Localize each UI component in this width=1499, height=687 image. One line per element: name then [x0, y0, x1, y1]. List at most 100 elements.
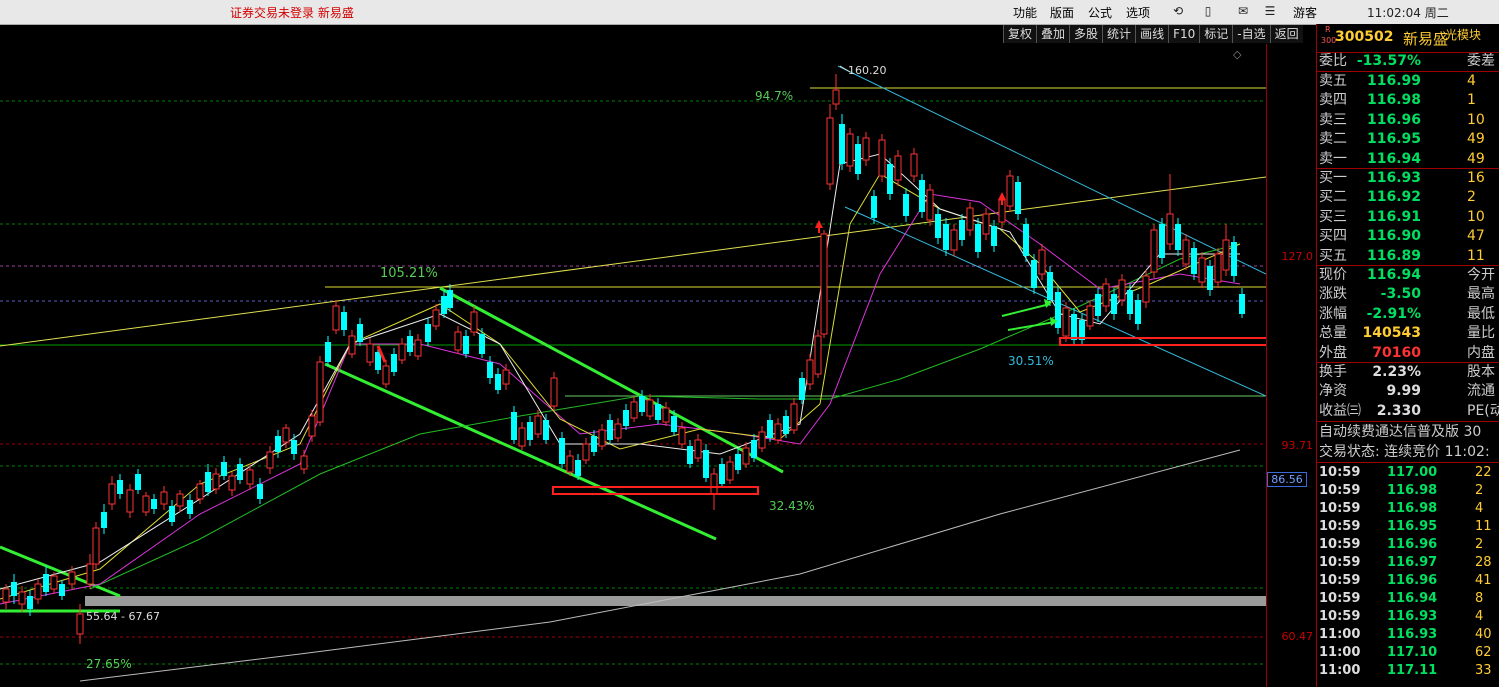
candlestick-chart[interactable]: 160.20 94.7% 105.21% 32.43% 30.51% 27.65… [0, 44, 1266, 687]
candle-body [212, 473, 220, 490]
candle-body [662, 407, 670, 423]
tick-row: 11:00 117.11 33 [1319, 663, 1492, 678]
stat-row: 换手 2.23% 股本 [1319, 364, 1495, 380]
candle-body [1175, 224, 1181, 250]
candle-body [1095, 294, 1101, 316]
pct-bottom-label: 27.65% [86, 657, 132, 671]
menu-formula[interactable]: 公式 [1088, 4, 1112, 21]
candle-body [86, 563, 94, 585]
toolbar-statistics[interactable]: 统计 [1102, 25, 1136, 43]
candle-body [639, 396, 645, 412]
toolbar-back[interactable]: 返回 [1269, 25, 1303, 43]
stat-row: 净资 9.99 流通 [1319, 383, 1495, 400]
login-status[interactable]: 证券交易未登录 新易盛 [230, 4, 354, 21]
candle-body [846, 133, 854, 167]
message-icon[interactable]: ✉ [1236, 4, 1250, 18]
candle-body [332, 305, 340, 331]
up-arrow-icon [998, 192, 1006, 200]
candle-body [903, 194, 909, 216]
bid-row: 买三 116.91 10 [1319, 208, 1485, 225]
toolbar-draw-line[interactable]: 画线 [1135, 25, 1169, 43]
tick-row: 10:59 116.98 2 [1319, 483, 1484, 498]
menu-function[interactable]: 功能 [1013, 4, 1037, 21]
candle-body [1127, 290, 1133, 314]
user-label[interactable]: 游客 [1293, 4, 1317, 21]
candle-body [34, 583, 42, 600]
ma-yellow [0, 173, 1241, 600]
candle-body [487, 362, 493, 378]
list-icon[interactable]: ☰ [1263, 4, 1277, 18]
candle-body [646, 399, 654, 417]
tick-row: 11:00 117.10 62 [1319, 645, 1492, 660]
tick-row: 10:59 116.96 41 [1319, 573, 1492, 588]
ask-row: 卖五 116.99 4 [1319, 73, 1476, 89]
candle-body [814, 335, 822, 375]
candle-body [751, 440, 757, 458]
candle-body [291, 440, 297, 454]
toolbar-mark[interactable]: 标记 [1199, 25, 1233, 43]
toolbar-overlay[interactable]: 叠加 [1036, 25, 1070, 43]
candle-body [142, 495, 150, 513]
pct-right-label: 30.51% [1008, 354, 1054, 368]
candle-body [694, 439, 702, 459]
candle-body [126, 489, 134, 513]
candle-body [575, 460, 581, 476]
refresh-icon[interactable]: ⟲ [1171, 4, 1185, 18]
chart-settings-icon[interactable]: ◇ [1233, 48, 1242, 61]
menu-options[interactable]: 选项 [1126, 4, 1150, 21]
stock-name[interactable]: 新易盛 [1403, 28, 1448, 49]
toolbar-f10[interactable]: F10 [1168, 25, 1200, 43]
quote-row: 总量 140543 量比 [1319, 325, 1495, 342]
toolbar-restore-rights[interactable]: 复权 [1003, 25, 1037, 43]
weibi-row: 委比 -13.57% 委差 [1319, 53, 1495, 69]
channel-line-green-2 [324, 362, 717, 541]
candle-body [221, 462, 227, 476]
candle-body [196, 483, 204, 500]
candle-body [366, 343, 374, 363]
menu-layout[interactable]: 版面 [1050, 4, 1074, 21]
candle-body [257, 484, 263, 499]
candle-body [710, 473, 718, 495]
candle-body [135, 474, 141, 490]
bid-row: 买二 116.92 2 [1319, 189, 1476, 206]
candle-body [1038, 249, 1046, 275]
candle-body [432, 309, 440, 327]
candle-body [1198, 257, 1206, 283]
stock-code[interactable]: 300502 [1335, 29, 1393, 45]
badge-r: R [1325, 25, 1331, 34]
candle-body [11, 582, 17, 596]
candle-body [1111, 294, 1117, 314]
candle-body [671, 416, 677, 432]
stock-sector[interactable]: 光模块 [1445, 26, 1481, 43]
grid-lines [0, 100, 1266, 665]
candle-body [975, 224, 981, 252]
ask-row: 卖三 116.96 10 [1319, 111, 1485, 128]
highlight-box-right [1059, 337, 1266, 346]
candle-body [1023, 224, 1029, 256]
toolbar-watchlist[interactable]: -自选 [1232, 25, 1270, 43]
candle-body [1031, 260, 1037, 288]
candle-body [758, 431, 766, 449]
candle-body [687, 446, 693, 464]
candle-body [454, 331, 462, 351]
candle-body [518, 427, 526, 447]
candle-body [76, 613, 84, 635]
bid-row: 买五 116.89 11 [1319, 247, 1485, 264]
candle-body [719, 464, 725, 484]
candle-body [228, 475, 236, 491]
candle-body [1086, 305, 1094, 327]
ad-banner[interactable]: 自动续费通达信普及版 30 [1317, 423, 1499, 442]
candle-body [1135, 300, 1141, 324]
toolbar-multi-stock[interactable]: 多股 [1069, 25, 1103, 43]
candle-body [959, 220, 965, 240]
quote-row: 涨幅 -2.91% 最低 [1319, 305, 1495, 322]
candle-body [820, 233, 828, 335]
phone-icon[interactable]: ▯ [1201, 4, 1215, 18]
candle-body [966, 207, 974, 231]
candle-body [735, 454, 741, 470]
trade-status: 交易状态: 连续竞价 11:02: [1319, 444, 1490, 460]
candle-body [18, 591, 26, 605]
stat-row: 收益㈢2.330PE(动) [1319, 402, 1499, 419]
trend-line-cyan-top [837, 65, 1266, 275]
candle-body [1055, 292, 1061, 328]
